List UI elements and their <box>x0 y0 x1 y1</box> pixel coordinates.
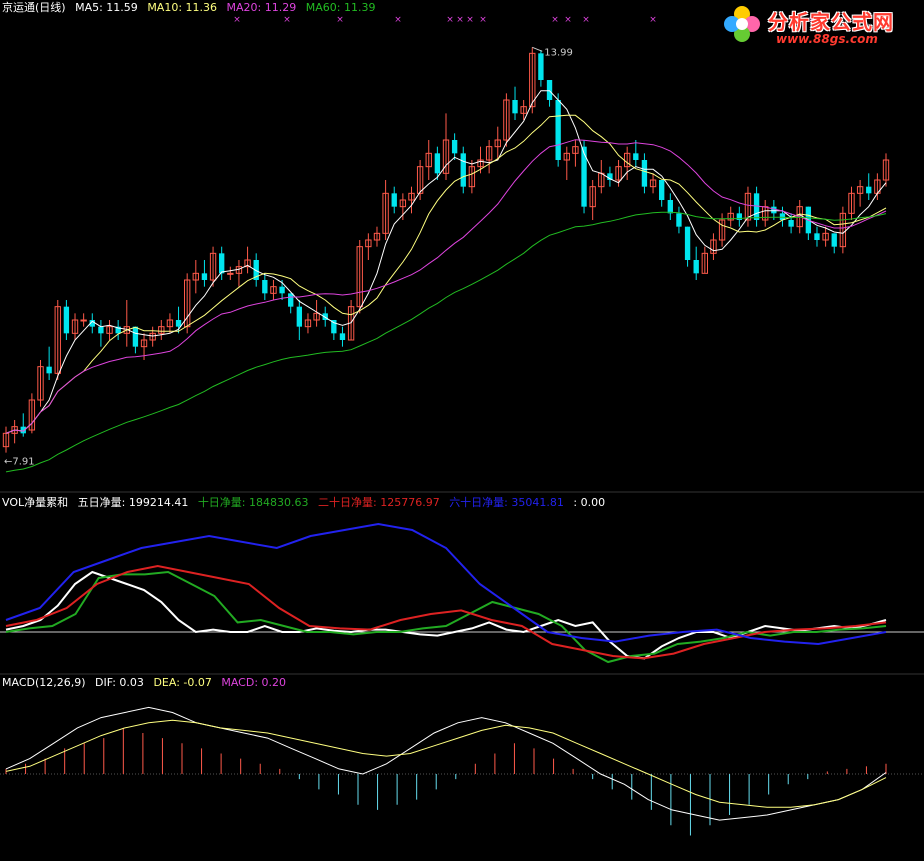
dif-label: DIF: 0.03 <box>95 676 144 689</box>
stock-chart[interactable]: ×××××××××××××××13.99←7.91 <box>0 0 924 861</box>
star-marker: × <box>466 15 474 25</box>
star-marker: × <box>479 15 487 25</box>
vol-20d-label: 二十日净量: 125776.97 <box>318 496 440 509</box>
high-label: 13.99 <box>544 47 573 58</box>
candle-body-down <box>288 293 294 307</box>
macd-value-label: MACD: 0.20 <box>221 676 287 689</box>
candle-body-down <box>667 200 673 214</box>
logo-title: 分析家公式网 <box>768 10 894 34</box>
ma20-label: MA20: 11.29 <box>226 1 297 14</box>
candle-body-down <box>262 280 268 294</box>
star-marker: × <box>446 15 454 25</box>
candle-body-up <box>227 272 234 275</box>
dea-label: DEA: -0.07 <box>153 676 212 689</box>
candle-body-down <box>866 186 872 194</box>
candle-body-down <box>633 153 639 160</box>
star-marker: × <box>564 15 572 25</box>
candle-body-down <box>434 153 441 174</box>
vol-line-vol_main <box>5 570 887 660</box>
candle-body-down <box>98 326 104 334</box>
star-marker: × <box>233 15 241 25</box>
macd-dif-line <box>5 706 887 821</box>
candle-body-down <box>46 366 52 374</box>
star-marker: × <box>283 15 291 25</box>
vol-line-vol_20 <box>5 564 887 660</box>
candle-body-down <box>555 100 561 160</box>
candle-body-down <box>546 80 553 100</box>
candle-body-down <box>219 253 225 274</box>
vol-name: VOL净量累和 <box>2 496 69 509</box>
flower-icon <box>724 6 760 42</box>
candle-body-down <box>641 160 648 187</box>
candle-body-down <box>296 306 303 327</box>
candle-body-down <box>339 333 346 340</box>
candle-body-down <box>175 320 182 327</box>
star-marker: × <box>582 15 590 25</box>
candle-body-down <box>676 213 682 227</box>
candle-body-down <box>279 286 285 294</box>
candle-body-down <box>684 226 691 260</box>
high-pointer <box>532 46 543 52</box>
star-marker: × <box>336 15 344 25</box>
candle-body-down <box>512 100 518 114</box>
macd-name: MACD(12,26,9) <box>2 676 86 689</box>
candle-body-down <box>63 306 70 334</box>
candle-body-down <box>451 140 458 154</box>
candle-body-down <box>814 233 820 240</box>
ma60-label: MA60: 11.39 <box>305 1 376 14</box>
stock-name: 京运通(日线) <box>2 1 66 14</box>
candle-body-down <box>201 273 208 280</box>
logo: 分析家公式网 www.88gs.com <box>716 4 916 50</box>
candle-body-down <box>788 220 794 227</box>
ma10-label: MA10: 11.36 <box>147 1 218 14</box>
candle-body-down <box>693 260 699 274</box>
candle-body-down <box>581 146 587 207</box>
star-marker: × <box>456 15 464 25</box>
star-marker: × <box>394 15 402 25</box>
vol-line-vol_10 <box>5 570 887 664</box>
vol-5d-label: 五日净量: 199214.41 <box>77 496 189 509</box>
vol-extra-label: : 0.00 <box>573 496 606 509</box>
candle-body-down <box>771 206 777 214</box>
candle-body-down <box>831 233 837 247</box>
candle-body-down <box>132 326 139 347</box>
logo-url: www.88gs.com <box>776 32 878 46</box>
macd-dea-line <box>5 719 887 808</box>
star-marker: × <box>649 15 657 25</box>
ma20-line <box>5 139 887 434</box>
low-label: ←7.91 <box>4 457 35 468</box>
candle-body-down <box>460 153 466 187</box>
candle-body-down <box>659 180 665 200</box>
vol-header: VOL净量累和 五日净量: 199214.41 十日净量: 184830.63 … <box>2 496 611 510</box>
main-chart-header: 京运通(日线) MA5: 11.59 MA10: 11.36 MA20: 11.… <box>2 1 381 15</box>
vol-10d-label: 十日净量: 184830.63 <box>197 496 309 509</box>
candle-body-down <box>538 53 544 80</box>
candle-body-up <box>80 319 87 322</box>
vol-60d-label: 六十日净量: 35041.81 <box>449 496 564 509</box>
candle-body-down <box>391 193 397 207</box>
ma5-label: MA5: 11.59 <box>75 1 138 14</box>
macd-header: MACD(12,26,9) DIF: 0.03 DEA: -0.07 MACD:… <box>2 676 292 690</box>
star-marker: × <box>551 15 559 25</box>
